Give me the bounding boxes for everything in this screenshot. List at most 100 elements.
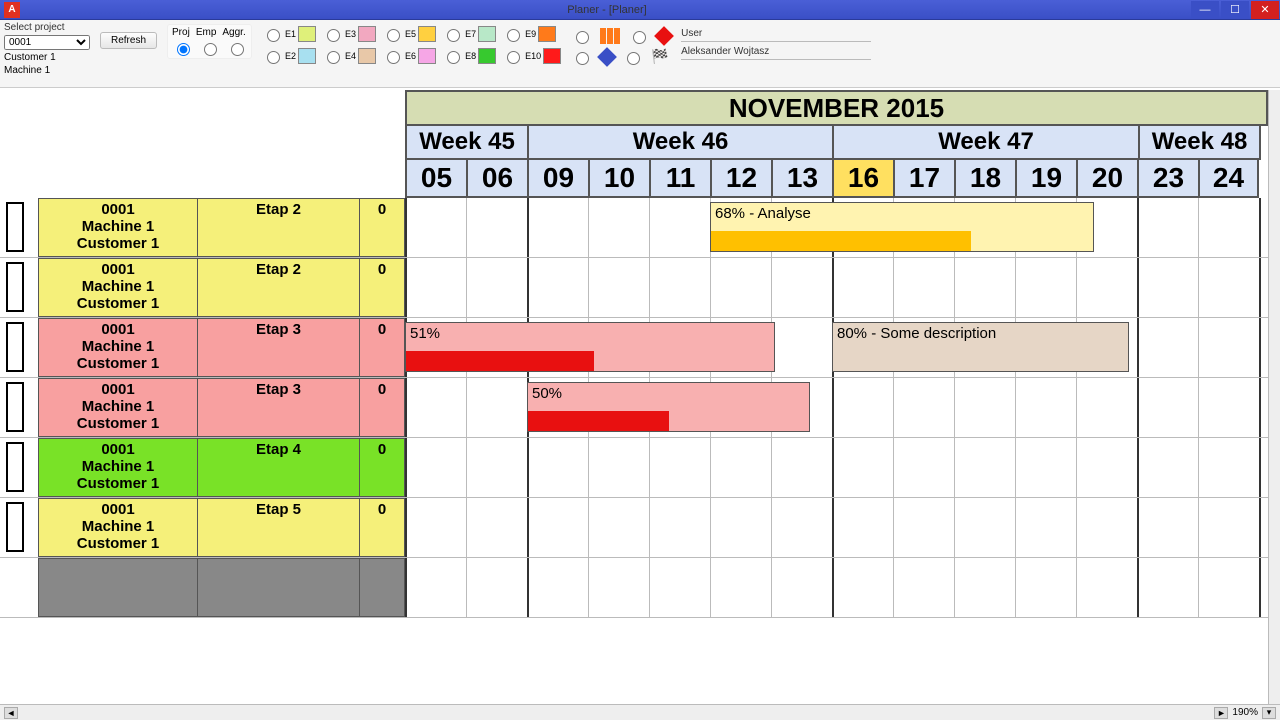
app-icon: A — [4, 2, 20, 18]
day-header-cell: 06 — [466, 160, 527, 198]
etap-radio-e10[interactable]: E10 — [502, 48, 561, 64]
row-handle[interactable] — [6, 322, 24, 372]
row-etap-cell: Etap 5 — [198, 498, 360, 557]
row-etap-cell: Etap 2 — [198, 198, 360, 257]
radio-emp[interactable] — [204, 43, 217, 56]
radio-proj[interactable] — [177, 43, 190, 56]
radio-shape-blue-diamond[interactable] — [576, 52, 589, 65]
day-header-cell: 05 — [405, 160, 466, 198]
task-bar[interactable]: 80% - Some description — [832, 322, 1129, 372]
customer-label: Customer 1 — [4, 52, 90, 63]
horizontal-scrollbar[interactable]: ◄ ► 190% ▾ — [0, 704, 1280, 720]
row-timeline[interactable] — [405, 498, 1268, 557]
row-value-cell — [360, 558, 405, 617]
week-header-cell: Week 46 — [527, 126, 832, 160]
machine-label: Machine 1 — [4, 65, 90, 76]
gantt-area: NOVEMBER 2015 Week 45Week 46Week 47Week … — [0, 90, 1280, 704]
etap-radio-e4[interactable]: E4 — [322, 48, 376, 64]
day-header-cell: 12 — [710, 160, 771, 198]
row-timeline[interactable] — [405, 258, 1268, 317]
gantt-row: 0001Machine 1Customer 1Etap 3051%80% - S… — [0, 318, 1268, 378]
row-info-cell: 0001Machine 1Customer 1 — [38, 318, 198, 377]
flag-icon: 🏁 — [651, 48, 668, 65]
red-diamond-icon — [654, 26, 674, 46]
row-timeline[interactable]: 51% 80% - Some description — [405, 318, 1268, 377]
row-timeline[interactable]: 50% — [405, 378, 1268, 437]
row-value-cell: 0 — [360, 258, 405, 317]
gantt-row — [0, 558, 1268, 618]
radio-shape-flag[interactable] — [627, 52, 640, 65]
task-progress-fill — [406, 351, 594, 371]
maximize-button[interactable]: ☐ — [1221, 1, 1249, 19]
milestone-shapes: 🏁 — [571, 28, 671, 65]
project-select[interactable]: 0001 — [4, 35, 90, 50]
etap-radio-e8[interactable]: E8 — [442, 48, 496, 64]
row-info-cell: 0001Machine 1Customer 1 — [38, 258, 198, 317]
row-value-cell: 0 — [360, 378, 405, 437]
radio-col-aggr: Aggr. — [222, 27, 245, 38]
select-project-label: Select project — [4, 22, 90, 33]
month-header: NOVEMBER 2015 — [405, 90, 1268, 126]
row-header-blank — [0, 90, 405, 198]
row-timeline[interactable] — [405, 438, 1268, 497]
row-handle[interactable] — [6, 262, 24, 312]
row-etap-cell: Etap 4 — [198, 438, 360, 497]
etap-radio-e5[interactable]: E5 — [382, 26, 436, 42]
bars-icon — [600, 28, 620, 44]
row-handle[interactable] — [6, 502, 24, 552]
zoom-down-icon[interactable]: ▾ — [1262, 707, 1276, 719]
scroll-left-icon[interactable]: ◄ — [4, 707, 18, 719]
row-etap-cell: Etap 2 — [198, 258, 360, 317]
day-header: 0506091011121316171819202324 — [405, 160, 1268, 198]
task-bar[interactable]: 68% - Analyse — [710, 202, 1094, 252]
minimize-button[interactable]: — — [1191, 1, 1219, 19]
row-handle[interactable] — [6, 382, 24, 432]
scroll-right-icon[interactable]: ► — [1214, 707, 1228, 719]
window-title: Planer - [Planer] — [24, 4, 1190, 16]
day-header-cell: 16 — [832, 160, 893, 198]
etap-radio-e7[interactable]: E7 — [442, 26, 496, 42]
day-header-cell: 19 — [1015, 160, 1076, 198]
etap-radio-e6[interactable]: E6 — [382, 48, 436, 64]
radio-aggr[interactable] — [231, 43, 244, 56]
day-header-cell: 09 — [527, 160, 588, 198]
user-block: User Aleksander Wojtasz — [681, 28, 871, 60]
refresh-button[interactable]: Refresh — [100, 32, 157, 49]
row-info-cell: 0001Machine 1Customer 1 — [38, 438, 198, 497]
radio-col-proj: Proj — [172, 27, 190, 38]
row-timeline[interactable] — [405, 558, 1268, 617]
day-header-cell: 10 — [588, 160, 649, 198]
row-etap-cell: Etap 3 — [198, 318, 360, 377]
task-bar[interactable]: 50% — [527, 382, 810, 432]
mode-radio-group: Proj Emp Aggr. — [167, 24, 252, 59]
etap-radio-e2[interactable]: E2 — [262, 48, 316, 64]
day-header-cell: 20 — [1076, 160, 1137, 198]
week-header-cell: Week 45 — [405, 126, 527, 160]
row-handle[interactable] — [6, 202, 24, 252]
row-handle[interactable] — [6, 442, 24, 492]
etap-radio-e9[interactable]: E9 — [502, 26, 561, 42]
close-button[interactable]: ✕ — [1251, 1, 1279, 19]
row-etap-cell — [198, 558, 360, 617]
etap-radio-e3[interactable]: E3 — [322, 26, 376, 42]
radio-shape-red-diamond[interactable] — [633, 31, 646, 44]
etap-color-group: E1 E2 E3 E4 E5 E6 E7 E8 E9 E10 — [262, 26, 561, 64]
title-bar: A Planer - [Planer] — ☐ ✕ — [0, 0, 1280, 20]
row-timeline[interactable]: 68% - Analyse — [405, 198, 1268, 257]
day-header-cell: 17 — [893, 160, 954, 198]
week-header-cell: Week 47 — [832, 126, 1138, 160]
row-value-cell: 0 — [360, 198, 405, 257]
day-header-cell: 18 — [954, 160, 1015, 198]
day-header-cell: 11 — [649, 160, 710, 198]
user-name: Aleksander Wojtasz — [681, 46, 871, 60]
radio-shape-bars[interactable] — [576, 31, 589, 44]
week-header-cell: Week 48 — [1138, 126, 1261, 160]
row-info-cell: 0001Machine 1Customer 1 — [38, 198, 198, 257]
row-value-cell: 0 — [360, 498, 405, 557]
gantt-rows: 0001Machine 1Customer 1Etap 2068% - Anal… — [0, 198, 1268, 704]
row-info-cell: 0001Machine 1Customer 1 — [38, 378, 198, 437]
task-progress-fill — [528, 411, 669, 431]
etap-radio-e1[interactable]: E1 — [262, 26, 316, 42]
task-bar[interactable]: 51% — [405, 322, 775, 372]
zoom-value: 190% — [1232, 707, 1258, 718]
